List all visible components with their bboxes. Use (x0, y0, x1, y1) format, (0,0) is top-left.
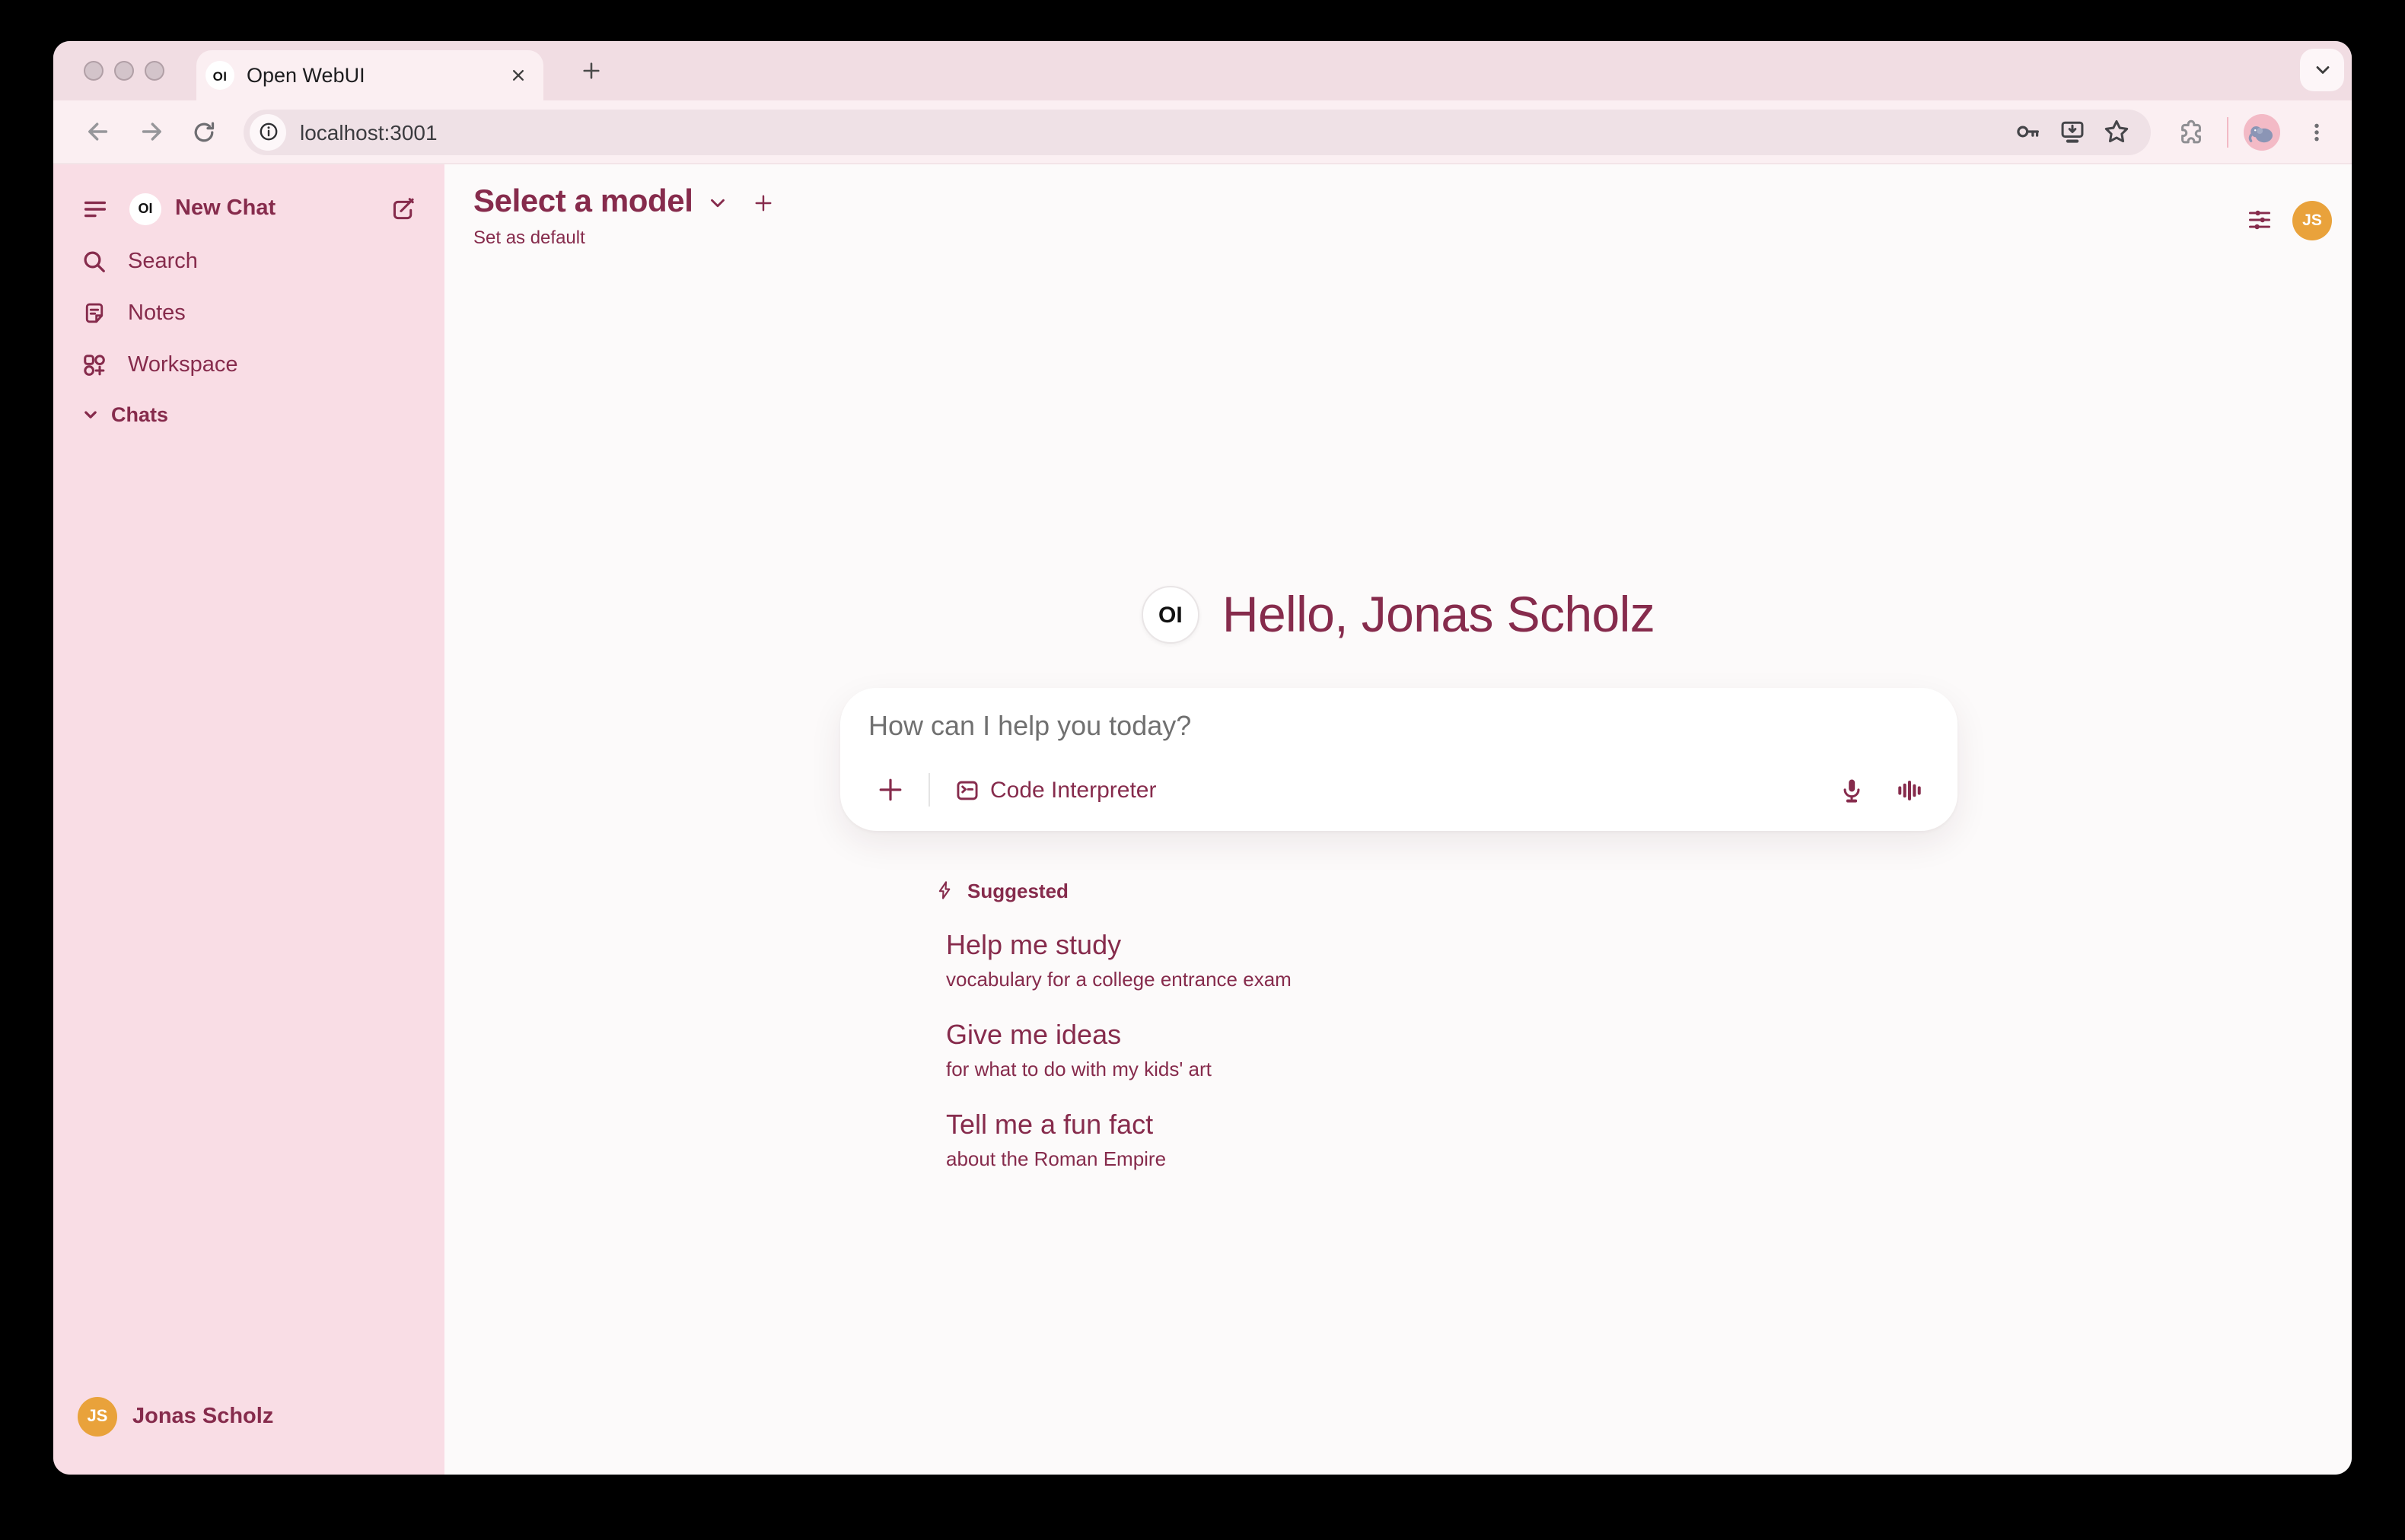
chat-controls-button[interactable] (2239, 200, 2279, 240)
controls-divider (928, 773, 929, 807)
sidebar-item-label: Search (128, 250, 198, 274)
suggested-section: Suggested Help me study vocabulary for a… (934, 877, 1957, 1173)
back-button[interactable] (76, 110, 119, 153)
sidebar-toggle-button[interactable] (75, 189, 114, 228)
sidebar-item-notes[interactable]: Notes (72, 288, 426, 339)
suggestion-subtitle: vocabulary for a college entrance exam (946, 966, 1957, 994)
model-selector[interactable]: Select a model (473, 184, 776, 221)
chevron-down-icon (707, 191, 730, 214)
search-icon (75, 242, 114, 282)
suggestion-subtitle: about the Roman Empire (946, 1146, 1957, 1173)
add-model-icon[interactable] (753, 191, 776, 214)
site-info-icon[interactable] (250, 113, 286, 150)
user-name: Jonas Scholz (132, 1405, 273, 1429)
chats-section-label: Chats (111, 403, 168, 426)
plus-icon (874, 775, 905, 805)
suggestion-title: Give me ideas (946, 1017, 1957, 1053)
header-user-avatar[interactable]: JS (2292, 200, 2332, 240)
suggestion-item[interactable]: Help me study vocabulary for a college e… (934, 927, 1957, 994)
chevron-down-icon (2311, 59, 2333, 81)
compose-new-chat-button[interactable] (384, 189, 423, 228)
open-webui-app: OI New Chat Search Notes (53, 164, 2352, 1475)
sidebar-user-menu[interactable]: JS Jonas Scholz (72, 1386, 426, 1447)
url-text: localhost:3001 (300, 119, 2006, 144)
browser-tab-open-webui[interactable]: OI Open WebUI (196, 50, 543, 100)
sidebar-item-label: Notes (128, 301, 186, 326)
extensions-icon[interactable] (2171, 111, 2212, 152)
browser-tab-strip: OI Open WebUI (53, 41, 2352, 100)
suggested-header: Suggested (934, 877, 1957, 904)
notes-icon (75, 294, 114, 333)
tab-favicon: OI (205, 61, 234, 90)
new-chat-button[interactable]: New Chat (175, 196, 384, 221)
suggestion-item[interactable]: Tell me a fun fact about the Roman Empir… (934, 1106, 1957, 1173)
chevron-down-icon (81, 405, 100, 425)
browser-window: OI Open WebUI (53, 41, 2352, 1475)
minimize-window-button[interactable] (114, 61, 134, 81)
screenshot-stage: OI Open WebUI (0, 0, 2405, 1540)
suggestion-title: Help me study (946, 927, 1957, 963)
app-logo: OI (129, 192, 161, 224)
address-bar[interactable]: localhost:3001 (244, 109, 2151, 154)
attach-button[interactable] (867, 767, 913, 813)
chat-landing: OI Hello, Jonas Scholz Code I (839, 164, 1957, 1173)
greeting-text: Hello, Jonas Scholz (1222, 586, 1655, 644)
message-input[interactable] (867, 708, 1945, 764)
sidebar-item-search[interactable]: Search (72, 236, 426, 288)
message-input-card: Code Interpreter (839, 688, 1957, 831)
greeting-row: OI Hello, Jonas Scholz (839, 584, 1957, 645)
tab-title: Open WebUI (247, 64, 504, 87)
code-interpreter-toggle[interactable]: Code Interpreter (948, 767, 1162, 813)
sidebar-item-workspace[interactable]: Workspace (72, 339, 426, 391)
new-tab-button[interactable] (568, 41, 613, 100)
suggestion-subtitle: for what to do with my kids' art (946, 1056, 1957, 1083)
back-arrow-icon (83, 117, 112, 146)
model-selector-label: Select a model (473, 184, 693, 221)
waveform-icon (1895, 775, 1924, 804)
voice-mode-button[interactable] (1887, 767, 1932, 813)
model-selector-block: Select a model Set as default (473, 184, 776, 248)
compose-icon (390, 195, 417, 222)
reload-icon (190, 118, 218, 145)
terminal-icon (954, 777, 980, 803)
close-window-button[interactable] (84, 61, 104, 81)
workspace-icon (75, 345, 114, 385)
plus-icon (579, 59, 602, 82)
forward-arrow-icon (136, 117, 165, 146)
password-manager-icon[interactable] (2006, 112, 2050, 151)
bookmark-star-icon[interactable] (2094, 112, 2139, 151)
user-avatar: JS (78, 1397, 117, 1437)
app-logo-large: OI (1142, 586, 1199, 644)
forward-button[interactable] (129, 110, 172, 153)
sidebar-header: OI New Chat (72, 181, 426, 236)
header-right-controls: JS (2239, 192, 2332, 248)
lightning-bolt-icon (934, 880, 955, 901)
toolbar-divider (2227, 116, 2228, 147)
browser-profile-avatar[interactable] (2244, 113, 2280, 150)
input-controls: Code Interpreter (867, 764, 1945, 816)
dictate-button[interactable] (1829, 767, 1875, 813)
tab-close-icon[interactable] (504, 62, 531, 89)
suggested-label: Suggested (967, 879, 1069, 902)
suggestion-title: Tell me a fun fact (946, 1106, 1957, 1143)
sidebar: OI New Chat Search Notes (53, 164, 444, 1475)
install-app-icon[interactable] (2050, 112, 2094, 151)
reload-button[interactable] (183, 110, 225, 153)
microphone-icon (1837, 775, 1866, 804)
main-panel: Select a model Set as default JS (444, 164, 2352, 1475)
code-interpreter-label: Code Interpreter (990, 777, 1156, 803)
elephant-avatar-icon (2244, 113, 2280, 150)
sidebar-item-label: Workspace (128, 353, 238, 377)
sliders-icon (2246, 207, 2272, 233)
sidebar-chats-section-toggle[interactable]: Chats (72, 391, 426, 438)
browser-menu-icon[interactable] (2295, 111, 2337, 152)
tab-search-button[interactable] (2300, 49, 2344, 91)
zoom-window-button[interactable] (145, 61, 164, 81)
hamburger-menu-icon (80, 194, 109, 223)
window-controls (84, 41, 164, 100)
browser-toolbar: localhost:3001 (53, 100, 2352, 164)
suggestion-item[interactable]: Give me ideas for what to do with my kid… (934, 1017, 1957, 1083)
set-as-default-button[interactable]: Set as default (473, 227, 776, 248)
